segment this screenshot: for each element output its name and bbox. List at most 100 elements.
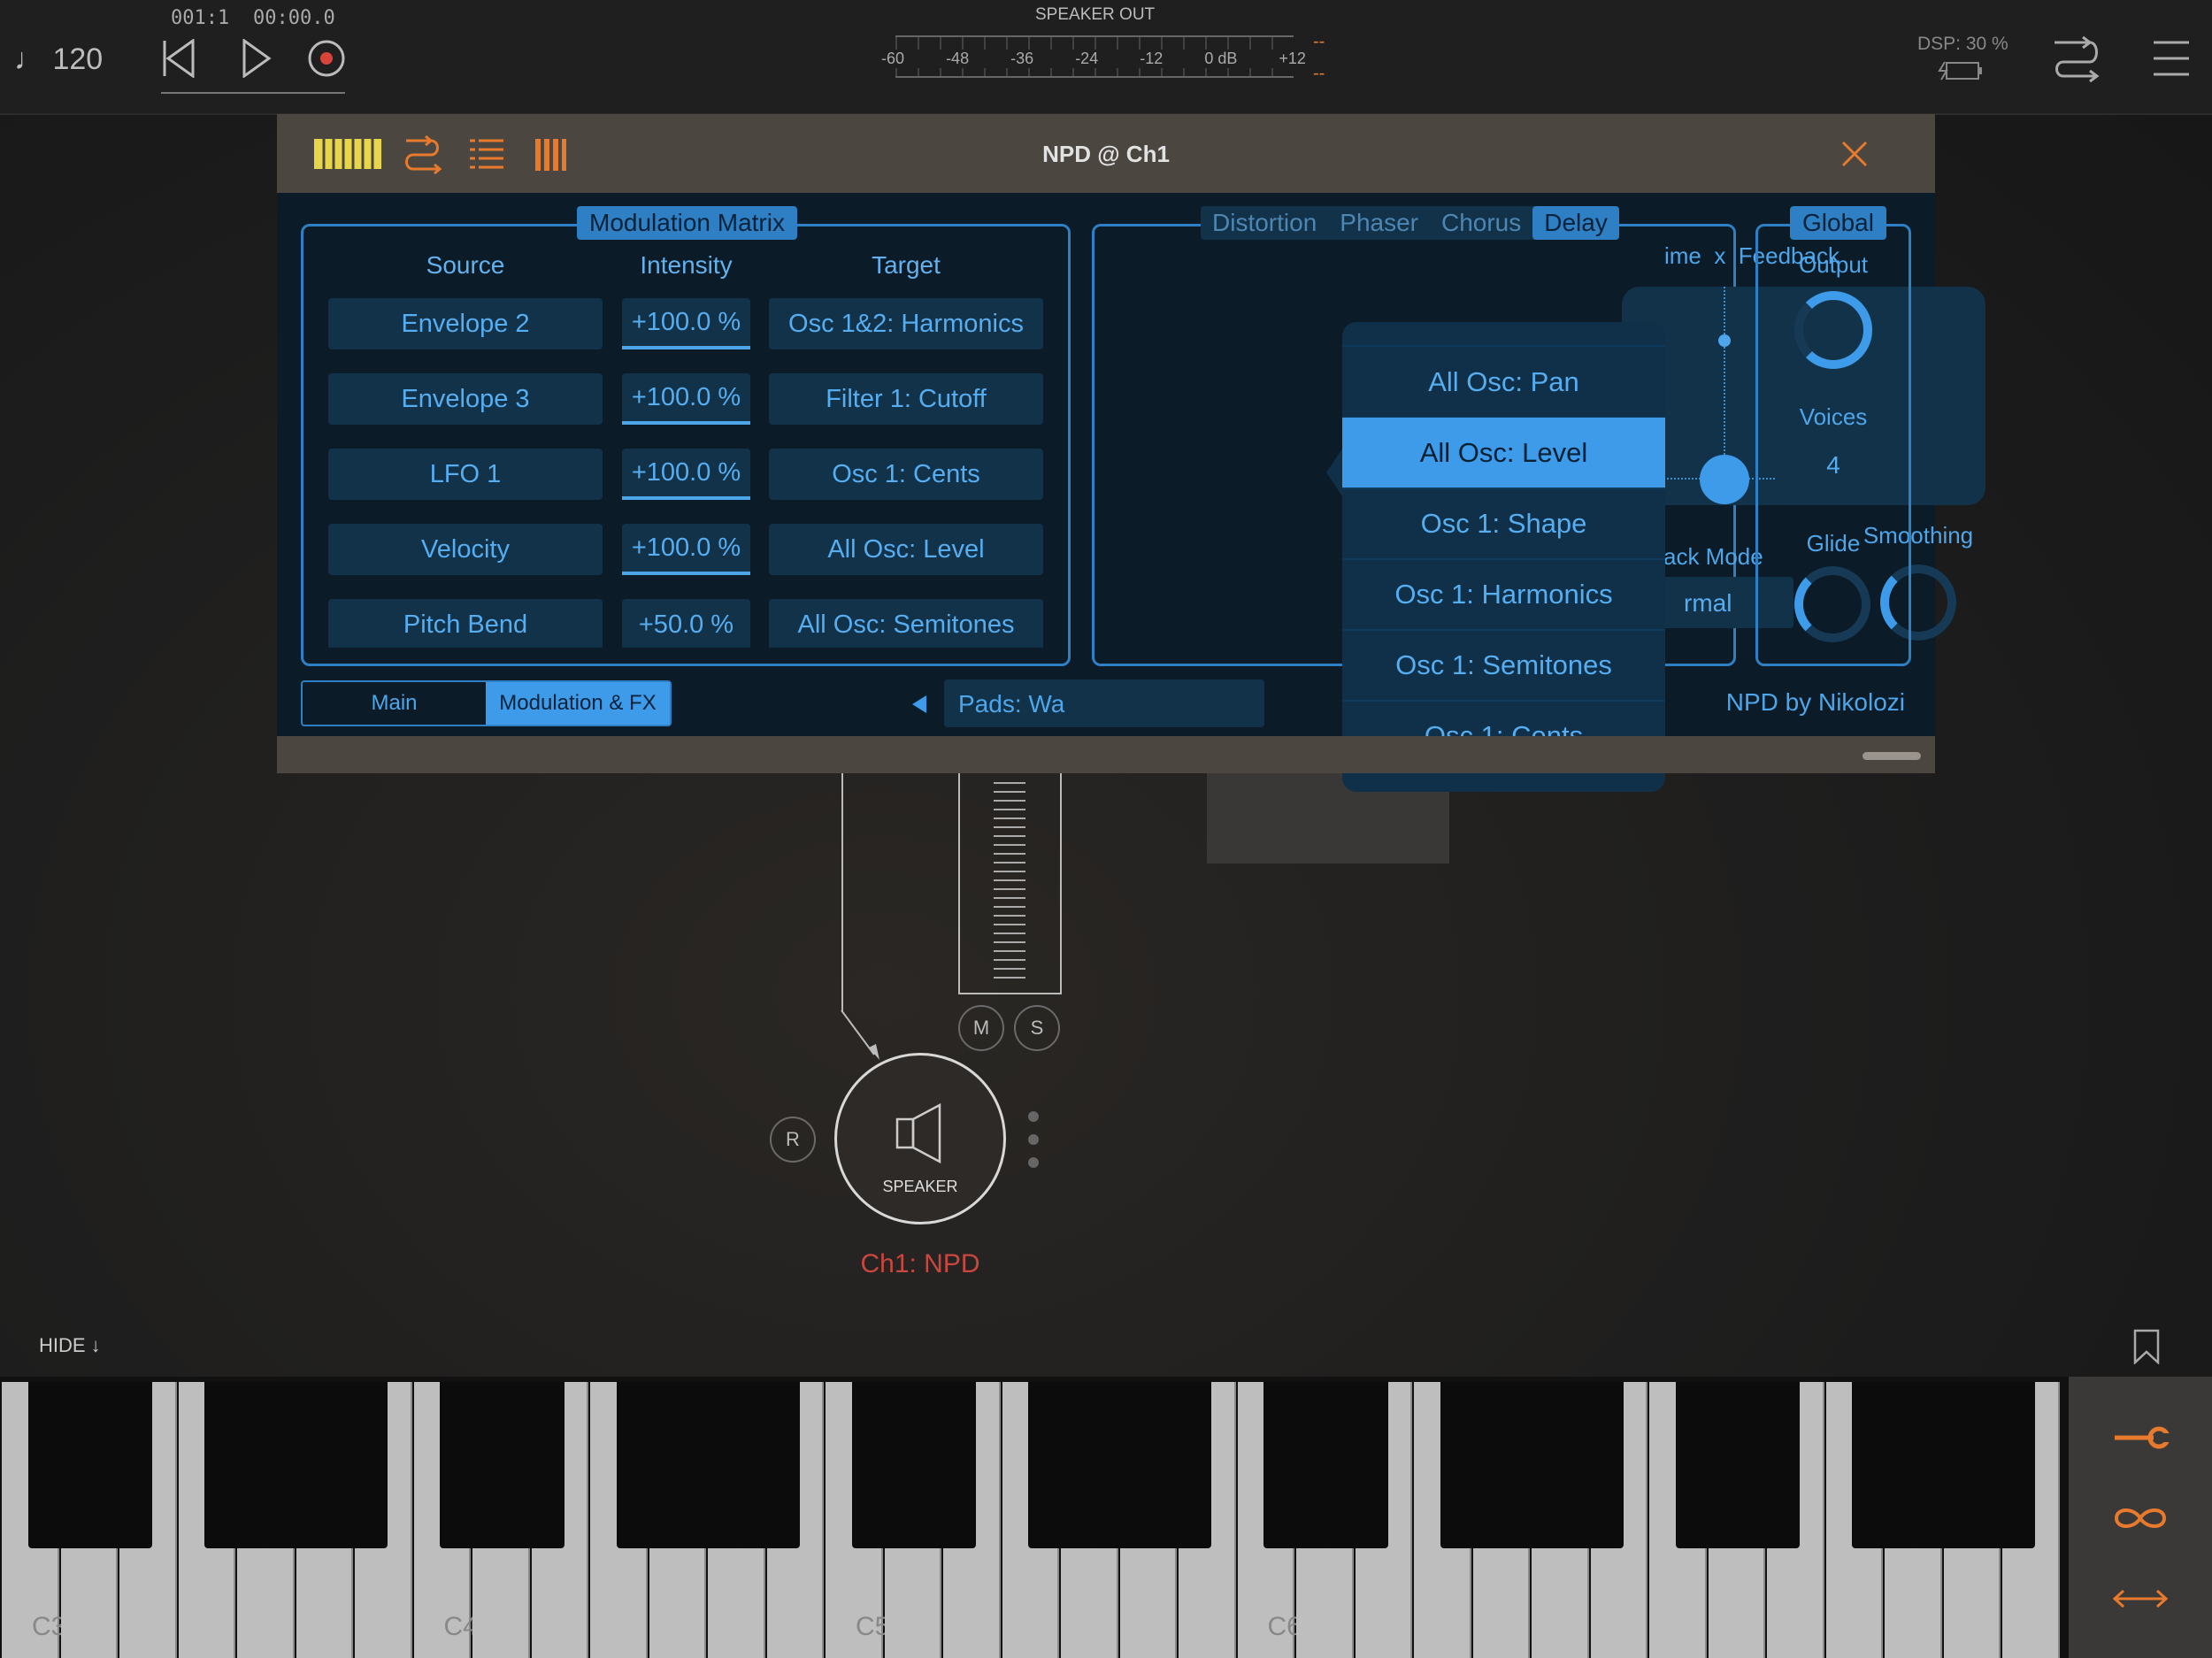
mod-intensity-bar <box>622 421 750 425</box>
battery-icon <box>1938 61 1982 81</box>
piano-black-key[interactable] <box>440 1382 505 1548</box>
resize-handle[interactable] <box>1863 752 1921 760</box>
menu-icon[interactable] <box>2152 39 2191 78</box>
piano-black-key[interactable] <box>1087 1382 1153 1548</box>
mod-matrix-rows: Envelope 2 +100.0 % Osc 1&2: Harmonics E… <box>328 298 1054 648</box>
record-icon[interactable] <box>307 39 346 78</box>
dsp-readout: DSP: 30 % <box>1917 34 2008 54</box>
play-icon[interactable] <box>241 39 273 78</box>
preset-selector[interactable]: Pads: Wa <box>944 679 1264 727</box>
channel-name[interactable]: Ch1: NPD <box>832 1249 1009 1279</box>
mod-intensity-cell[interactable]: +50.0 % <box>622 599 750 648</box>
preset-prev-icon[interactable] <box>910 694 928 715</box>
mod-intensity-value: +100.0 % <box>631 533 741 562</box>
piano-black-key[interactable] <box>1557 1382 1624 1548</box>
tab-phaser[interactable]: Phaser <box>1328 206 1430 240</box>
menu-pointer <box>1326 446 1344 499</box>
piano-black-key[interactable] <box>1028 1382 1094 1548</box>
piano-black-key[interactable] <box>1499 1382 1564 1548</box>
plugin-title: NPD @ Ch1 <box>1042 141 1170 167</box>
glide-knob[interactable] <box>1794 566 1870 642</box>
arrows-icon[interactable] <box>2111 1585 2170 1612</box>
piano-black-key[interactable] <box>1146 1382 1211 1548</box>
piano-black-key[interactable] <box>616 1382 682 1548</box>
tempo-display[interactable]: ♩ 120 <box>14 42 103 77</box>
piano-black-key[interactable] <box>1675 1382 1741 1548</box>
close-icon[interactable] <box>1841 141 1868 167</box>
menu-item-osc1-semitones[interactable]: Osc 1: Semitones <box>1342 630 1665 702</box>
mod-matrix-title: Modulation Matrix <box>577 206 797 240</box>
mute-button[interactable]: M <box>958 1005 1004 1051</box>
mod-intensity-cell[interactable]: +100.0 % <box>622 449 750 500</box>
wrench-icon[interactable] <box>2113 1423 2171 1453</box>
plugin-header: NPD @ Ch1 <box>277 114 1935 193</box>
menu-item-all-osc-level[interactable]: All Osc: Level <box>1342 418 1665 489</box>
piano-black-key[interactable] <box>322 1382 388 1548</box>
bookmark-icon[interactable] <box>2132 1329 2161 1364</box>
hide-keyboard-button[interactable]: HIDE ↓ <box>39 1334 101 1357</box>
piano-black-key[interactable] <box>1734 1382 1800 1548</box>
keyboard-side-panel <box>2069 1377 2212 1658</box>
mod-intensity-value: +100.0 % <box>631 383 741 411</box>
piano-black-key[interactable] <box>851 1382 918 1548</box>
piano-black-key[interactable] <box>1440 1382 1506 1548</box>
mod-source-cell[interactable]: Envelope 3 <box>328 373 603 425</box>
piano-black-key[interactable] <box>1970 1382 2035 1548</box>
piano-black-key[interactable] <box>1910 1382 1977 1548</box>
mod-target-cell[interactable]: All Osc: Level <box>769 524 1043 575</box>
infinity-icon[interactable] <box>2111 1502 2170 1534</box>
piano-keyboard: C3 C4 C5 C6 <box>0 1377 2069 1658</box>
intensity-column-header: Intensity <box>640 251 733 279</box>
speaker-icon <box>895 1103 941 1164</box>
piano-black-key[interactable] <box>498 1382 565 1548</box>
mod-intensity-cell[interactable]: +100.0 % <box>622 373 750 425</box>
piano-black-key[interactable] <box>1852 1382 1917 1548</box>
menu-scroll-top <box>1342 322 1665 347</box>
piano-black-key[interactable] <box>87 1382 152 1548</box>
xy-handle[interactable] <box>1700 455 1749 504</box>
node-handle[interactable] <box>1028 1111 1039 1168</box>
tab-distortion[interactable]: Distortion <box>1201 206 1328 240</box>
output-knob[interactable] <box>1794 291 1872 369</box>
piano-black-key[interactable] <box>27 1382 94 1548</box>
mod-intensity-cell[interactable]: +100.0 % <box>622 524 750 575</box>
rewind-icon[interactable] <box>161 39 196 78</box>
record-arm-button[interactable]: R <box>770 1117 816 1163</box>
mod-target-cell[interactable]: Osc 1: Cents <box>769 449 1043 500</box>
solo-button[interactable]: S <box>1014 1005 1060 1051</box>
piano-black-key[interactable] <box>675 1382 741 1548</box>
xy-point-top[interactable] <box>1718 334 1731 347</box>
mod-source-cell[interactable]: Velocity <box>328 524 603 575</box>
mod-source-cell[interactable]: Pitch Bend <box>328 599 603 648</box>
glide-label: Glide <box>1806 530 1861 557</box>
piano-black-key[interactable] <box>910 1382 976 1548</box>
tab-delay[interactable]: Delay <box>1532 206 1619 240</box>
track-mode-label: ack Mode <box>1663 543 1763 570</box>
tab-main[interactable]: Main <box>303 682 486 725</box>
piano-black-key[interactable] <box>1322 1382 1388 1548</box>
piano-black-key[interactable] <box>733 1382 800 1548</box>
plugin-credit: NPD by Nikolozi <box>1725 688 1905 716</box>
fader-track[interactable] <box>958 773 1062 994</box>
mod-target-cell[interactable]: Filter 1: Cutoff <box>769 373 1043 425</box>
mod-intensity-value: +100.0 % <box>631 308 741 336</box>
voices-field[interactable]: 4 <box>1777 440 1890 491</box>
tab-chorus[interactable]: Chorus <box>1430 206 1532 240</box>
piano-black-key[interactable] <box>1263 1382 1329 1548</box>
piano-black-key[interactable] <box>263 1382 329 1548</box>
mod-intensity-value: +50.0 % <box>638 610 734 639</box>
mod-source-cell[interactable]: Envelope 2 <box>328 298 603 349</box>
mod-target-cell[interactable]: Osc 1&2: Harmonics <box>769 298 1043 349</box>
mod-intensity-cell[interactable]: +100.0 % <box>622 298 750 349</box>
mod-source-cell[interactable]: LFO 1 <box>328 449 603 500</box>
menu-item-all-osc-pan[interactable]: All Osc: Pan <box>1342 347 1665 418</box>
routing-icon[interactable] <box>2051 35 2101 83</box>
meter-tick: -36 <box>1010 50 1034 67</box>
menu-item-osc1-shape[interactable]: Osc 1: Shape <box>1342 488 1665 560</box>
tab-modulation-fx[interactable]: Modulation & FX <box>486 682 670 725</box>
speaker-node[interactable]: SPEAKER <box>834 1053 1006 1224</box>
piano-black-key[interactable] <box>204 1382 270 1548</box>
transport-underline <box>161 92 345 94</box>
menu-item-osc1-harmonics[interactable]: Osc 1: Harmonics <box>1342 559 1665 631</box>
mod-target-cell[interactable]: All Osc: Semitones <box>769 599 1043 648</box>
